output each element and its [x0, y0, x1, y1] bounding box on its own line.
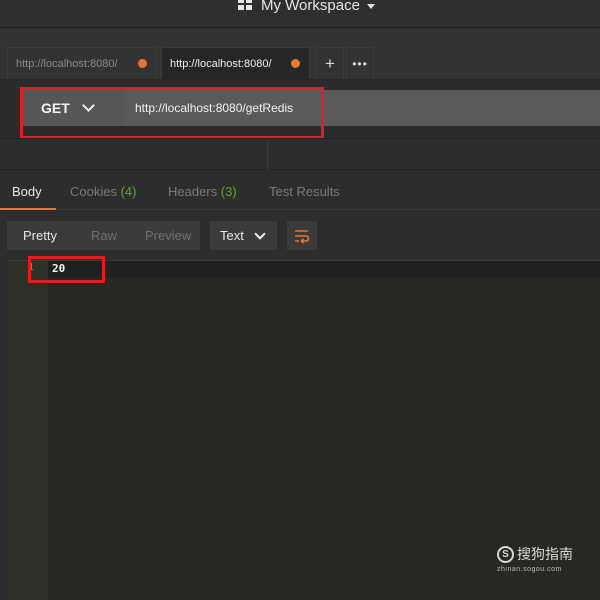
line-gutter [8, 261, 48, 600]
response-value: 20 [52, 262, 66, 275]
watermark-logo: S 搜狗指南 [497, 544, 579, 564]
chevron-down-icon [254, 227, 266, 240]
active-line [48, 261, 600, 277]
plus-icon: + [325, 53, 335, 73]
caret-down-icon [366, 3, 375, 9]
tab-headers[interactable]: Headers (3) [168, 184, 237, 199]
add-tab-button[interactable]: + [316, 47, 344, 79]
workspace-switcher[interactable]: My Workspace [238, 0, 375, 16]
request-bar: GET http://localhost:8080/getRedis [0, 80, 600, 138]
tab-cookies[interactable]: Cookies (4) [70, 184, 136, 199]
method-select[interactable]: GET [21, 90, 124, 126]
sogou-logo-icon: S [497, 545, 514, 563]
pretty-button[interactable]: Pretty [7, 228, 57, 243]
workspace-title: My Workspace [261, 0, 360, 14]
response-tabs: Body Cookies (4) Headers (3) Test Result… [0, 170, 600, 210]
watermark-text: 搜狗指南 [517, 546, 573, 562]
url-input[interactable]: http://localhost:8080/getRedis [124, 90, 600, 126]
cookies-count: (4) [120, 184, 137, 199]
response-type-label: Text [220, 228, 244, 243]
response-type-select[interactable]: Text [210, 221, 277, 250]
request-sub-bar [0, 138, 600, 171]
tab-bar: http://localhost:8080/ http://localhost:… [0, 28, 600, 80]
ellipsis-icon: ••• [352, 56, 368, 71]
tab-label: http://localhost:8080/ [170, 57, 272, 70]
tab-label: http://localhost:8080/ [16, 57, 118, 70]
grid-icon [238, 0, 254, 12]
more-tabs-button[interactable]: ••• [346, 47, 374, 79]
request-tab[interactable]: http://localhost:8080/ [7, 47, 157, 79]
tab-body[interactable]: Body [12, 184, 42, 199]
format-toggle-group: Pretty Raw Preview [7, 221, 200, 250]
tab-test-results[interactable]: Test Results [269, 184, 340, 199]
raw-button[interactable]: Raw [57, 228, 117, 243]
watermark: S 搜狗指南 zhinan.sogou.com [497, 544, 579, 573]
response-toolbar: Pretty Raw Preview Text [0, 210, 600, 260]
preview-button[interactable]: Preview [117, 228, 191, 243]
unsaved-dot-icon [291, 59, 300, 68]
wrap-lines-button[interactable] [287, 221, 317, 250]
url-value: http://localhost:8080/getRedis [135, 101, 294, 115]
request-tab-active[interactable]: http://localhost:8080/ [161, 47, 310, 79]
method-label: GET [41, 100, 70, 116]
divider [267, 139, 268, 171]
chevron-down-icon [81, 99, 95, 112]
watermark-url: zhinan.sogou.com [497, 566, 562, 573]
wrap-lines-icon [295, 229, 310, 244]
top-bar: My Workspace [0, 0, 600, 28]
headers-count: (3) [220, 184, 237, 199]
tab-cookies-label: Cookies [70, 184, 117, 199]
line-number: 1 [28, 262, 35, 273]
unsaved-dot-icon [138, 59, 147, 68]
tab-headers-label: Headers [168, 184, 218, 199]
